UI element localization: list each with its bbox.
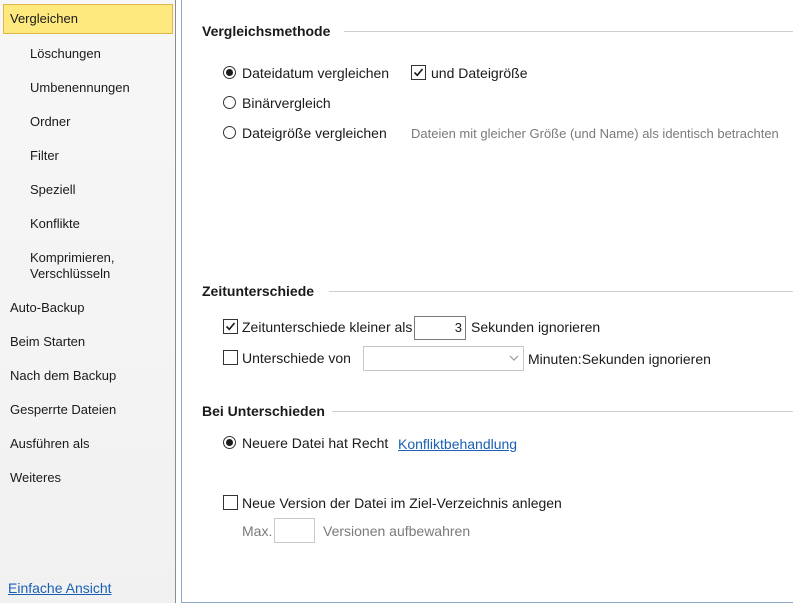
radio-binary-compare-label: Binärvergleich bbox=[242, 95, 331, 111]
checkbox-and-size[interactable] bbox=[411, 65, 426, 80]
sidebar-item-label-line2: Verschlüsseln bbox=[30, 266, 111, 281]
sidebar-item-auto-backup[interactable]: Auto-Backup bbox=[3, 300, 173, 316]
checkbox-ignore-time-diff-label: Zeitunterschiede kleiner als bbox=[242, 319, 413, 335]
section-divider bbox=[332, 411, 793, 412]
keep-versions-label: Versionen aufbewahren bbox=[323, 523, 471, 539]
radio-compare-date[interactable] bbox=[223, 66, 236, 79]
radio-binary-compare[interactable] bbox=[223, 96, 236, 109]
radio-newer-wins-label: Neuere Datei hat Recht bbox=[242, 435, 389, 451]
checkbox-ignore-time-diff[interactable] bbox=[223, 319, 238, 334]
sidebar-item-konflikte[interactable]: Konflikte bbox=[3, 216, 173, 232]
radio-newer-wins[interactable] bbox=[223, 436, 236, 449]
sidebar-item-komprimieren[interactable]: Komprimieren, Verschlüsseln bbox=[3, 250, 173, 282]
chevron-down-icon bbox=[509, 355, 519, 361]
section-title-compare: Vergleichsmethode bbox=[202, 23, 331, 39]
checkbox-new-version[interactable] bbox=[223, 495, 238, 510]
conflict-handling-link[interactable]: Konfliktbehandlung bbox=[398, 436, 517, 452]
sidebar-item-umbenennungen[interactable]: Umbenennungen bbox=[3, 80, 173, 96]
sidebar-item-ordner[interactable]: Ordner bbox=[3, 114, 173, 130]
checkbox-and-size-label: und Dateigröße bbox=[431, 65, 528, 81]
simple-view-link[interactable]: Einfache Ansicht bbox=[8, 580, 112, 596]
sidebar-item-nach-dem-backup[interactable]: Nach dem Backup bbox=[3, 368, 173, 384]
sidebar-item-vergleichen[interactable]: Vergleichen bbox=[3, 4, 173, 34]
sidebar-item-speziell[interactable]: Speziell bbox=[3, 182, 173, 198]
max-versions-input[interactable] bbox=[274, 518, 315, 543]
section-title-differences: Bei Unterschieden bbox=[202, 403, 325, 419]
sidebar-item-ausfuehren-als[interactable]: Ausführen als bbox=[3, 436, 173, 452]
seconds-suffix: Sekunden ignorieren bbox=[471, 319, 601, 335]
checkbox-diff-of[interactable] bbox=[223, 350, 238, 365]
sidebar-item-gesperrte-dateien[interactable]: Gesperrte Dateien bbox=[3, 402, 173, 418]
settings-sidebar: Vergleichen Löschungen Umbenennungen Ord… bbox=[0, 0, 176, 603]
checkbox-new-version-label: Neue Version der Datei im Ziel-Verzeichn… bbox=[242, 495, 562, 511]
section-divider bbox=[344, 31, 793, 32]
sidebar-item-label: Komprimieren, bbox=[30, 250, 115, 265]
radio-size-compare-label: Dateigröße vergleichen bbox=[242, 125, 387, 141]
seconds-input[interactable]: 3 bbox=[414, 316, 466, 340]
radio-compare-date-label: Dateidatum vergleichen bbox=[242, 65, 390, 81]
minutes-suffix: Minuten:Sekunden ignorieren bbox=[528, 351, 711, 367]
sidebar-item-filter[interactable]: Filter bbox=[3, 148, 173, 164]
minutes-seconds-combo[interactable] bbox=[363, 346, 524, 371]
sidebar-item-weiteres[interactable]: Weiteres bbox=[3, 470, 173, 486]
settings-content: Vergleichsmethode Dateidatum vergleichen… bbox=[181, 0, 793, 603]
radio-size-compare[interactable] bbox=[223, 126, 236, 139]
max-versions-label: Max. bbox=[242, 523, 273, 539]
sidebar-item-beim-starten[interactable]: Beim Starten bbox=[3, 334, 173, 350]
section-divider bbox=[329, 291, 793, 292]
sidebar-item-loeschungen[interactable]: Löschungen bbox=[3, 46, 173, 62]
size-compare-hint: Dateien mit gleicher Größe (und Name) al… bbox=[411, 126, 779, 141]
section-title-time: Zeitunterschiede bbox=[202, 283, 315, 299]
checkbox-diff-of-label: Unterschiede von bbox=[242, 350, 351, 366]
